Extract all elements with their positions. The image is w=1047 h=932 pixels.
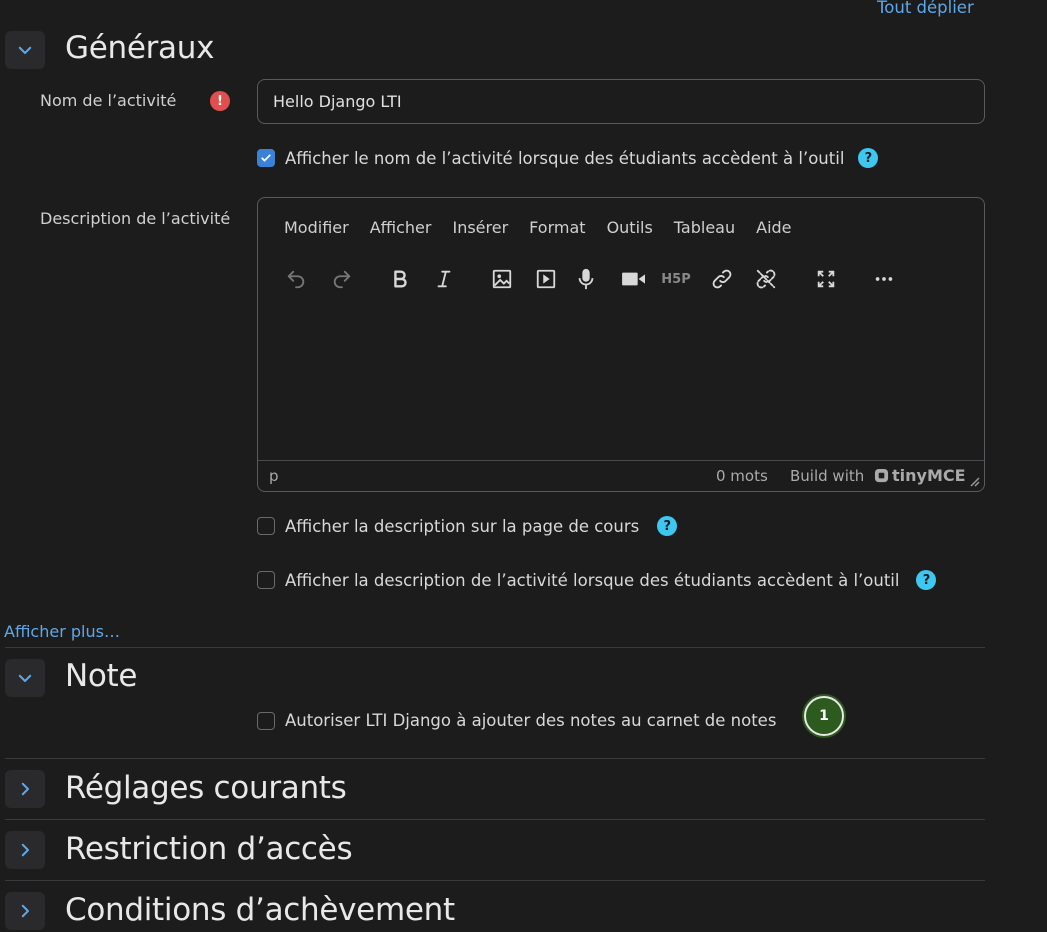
show-desc-tool-label: Afficher la description de l’activité lo… (285, 570, 900, 590)
chevron-down-icon (18, 674, 32, 682)
show-name-checkbox[interactable] (257, 149, 275, 167)
tinymce-brand: tinyMCE (892, 466, 966, 485)
section-title-completion: Conditions d’achèvement (65, 892, 455, 928)
activity-description-label: Description de l’activité (40, 209, 231, 228)
required-icon: ! (210, 91, 230, 111)
menu-edit[interactable]: Modifier (284, 218, 349, 237)
editor-menubar: Modifier Afficher Insérer Format Outils … (284, 218, 813, 237)
media-icon[interactable] (532, 265, 560, 293)
chevron-right-icon (21, 782, 29, 796)
tour-step-badge[interactable]: 1 (804, 696, 844, 736)
help-icon[interactable]: ? (657, 516, 678, 536)
menu-view[interactable]: Afficher (370, 218, 432, 237)
show-desc-course-label: Afficher la description sur la page de c… (285, 516, 640, 536)
image-icon[interactable] (488, 265, 516, 293)
help-icon[interactable]: ? (858, 148, 879, 168)
section-title-general: Généraux (65, 30, 215, 66)
show-name-option[interactable]: Afficher le nom de l’activité lorsque de… (257, 148, 879, 168)
expand-common-button[interactable] (5, 770, 45, 808)
chevron-down-icon (18, 46, 32, 54)
show-desc-course-option[interactable]: Afficher la description sur la page de c… (257, 516, 678, 536)
video-camera-icon[interactable] (618, 265, 650, 293)
check-icon (261, 154, 271, 162)
show-desc-course-checkbox[interactable] (257, 517, 275, 535)
menu-help[interactable]: Aide (756, 218, 791, 237)
menu-table[interactable]: Tableau (674, 218, 735, 237)
collapse-general-button[interactable] (5, 31, 45, 69)
grade-option[interactable]: Autoriser LTI Django à ajouter des notes… (257, 711, 776, 730)
expand-all-link[interactable]: Tout déplier (877, 0, 974, 17)
rich-text-editor[interactable]: Modifier Afficher Insérer Format Outils … (257, 197, 985, 492)
grade-label: Autoriser LTI Django à ajouter des notes… (285, 711, 777, 730)
redo-icon[interactable] (328, 265, 356, 293)
show-desc-tool-checkbox[interactable] (257, 571, 275, 589)
divider (5, 758, 985, 759)
h5p-icon[interactable]: H5P (660, 265, 692, 293)
section-title-common: Réglages courants (65, 770, 347, 806)
help-icon[interactable]: ? (916, 570, 937, 590)
menu-format[interactable]: Format (529, 218, 585, 237)
show-desc-tool-option[interactable]: Afficher la description de l’activité lo… (257, 570, 937, 590)
element-path[interactable]: p (269, 467, 279, 485)
build-with-label: Build with (790, 467, 865, 485)
activity-name-label: Nom de l’activité (40, 91, 177, 110)
italic-icon[interactable] (430, 265, 458, 293)
microphone-icon[interactable] (572, 265, 600, 293)
show-name-label: Afficher le nom de l’activité lorsque de… (285, 148, 845, 168)
unlink-icon[interactable] (752, 265, 780, 293)
show-more-link[interactable]: Afficher plus… (4, 622, 120, 641)
grade-checkbox[interactable] (257, 711, 275, 730)
expand-completion-button[interactable] (5, 892, 45, 930)
divider (5, 880, 985, 881)
resize-handle-icon[interactable] (968, 475, 980, 487)
chevron-right-icon (21, 904, 29, 918)
section-title-grade: Note (65, 658, 138, 694)
collapse-grade-button[interactable] (5, 659, 45, 697)
divider (5, 647, 985, 648)
activity-name-input[interactable]: Hello Django LTI (257, 79, 985, 124)
tinymce-icon (874, 468, 889, 483)
more-icon[interactable] (870, 265, 898, 293)
section-title-access: Restriction d’accès (65, 831, 353, 867)
fullscreen-icon[interactable] (812, 265, 840, 293)
tinymce-logo[interactable]: tinyMCE (874, 466, 966, 485)
word-count[interactable]: 0 mots (716, 467, 768, 485)
link-icon[interactable] (708, 265, 736, 293)
bold-icon[interactable] (386, 265, 414, 293)
menu-tools[interactable]: Outils (607, 218, 653, 237)
expand-access-button[interactable] (5, 831, 45, 869)
divider (5, 819, 985, 820)
editor-statusbar: p 0 mots Build with tinyMCE (258, 460, 984, 491)
undo-icon[interactable] (282, 265, 310, 293)
chevron-right-icon (21, 843, 29, 857)
menu-insert[interactable]: Insérer (452, 218, 508, 237)
